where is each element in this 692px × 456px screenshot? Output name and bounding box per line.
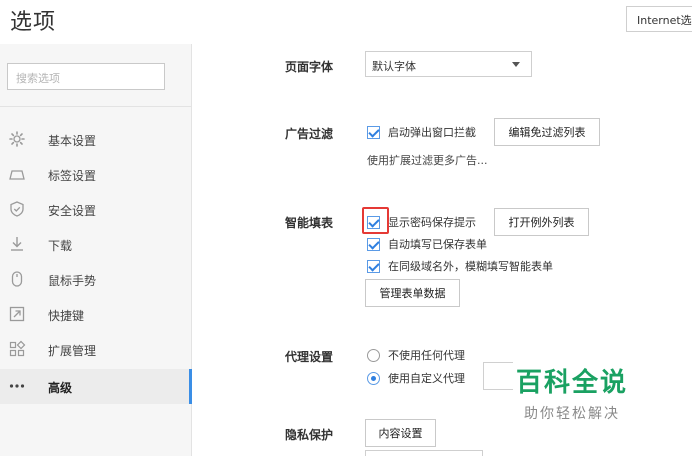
manage-form-data-button[interactable]: 管理表单数据: [365, 279, 460, 307]
sidebar-divider: [0, 106, 191, 107]
sidebar-item-security[interactable]: 安全设置: [0, 192, 191, 227]
sidebar-item-label: 下载: [48, 239, 73, 253]
mouse-icon: [8, 270, 26, 288]
proxy-section-label: 代理设置: [285, 350, 334, 364]
no-proxy-radio-row[interactable]: 不使用任何代理: [367, 347, 465, 363]
font-select[interactable]: 默认字体: [365, 51, 532, 77]
extensions-icon: [8, 340, 26, 358]
sidebar-item-tabs[interactable]: 标签设置: [0, 157, 191, 192]
shield-icon: [8, 200, 26, 218]
fuzzy-fill-checkbox-row[interactable]: 在同级域名外，模糊填写智能表单: [367, 258, 553, 274]
popup-block-checkbox[interactable]: [367, 125, 380, 139]
custom-proxy-radio[interactable]: [367, 371, 380, 385]
highlight-annotation: [362, 207, 389, 234]
sidebar: 搜索选项 基本设置 标签设置 安全设置 下载 鼠标手势 快捷键 扩展管理 高级: [0, 44, 192, 456]
fuzzy-fill-label: 在同级域名外，模糊填写智能表单: [388, 260, 553, 273]
no-proxy-radio[interactable]: [367, 348, 380, 362]
more-dots-icon: [8, 377, 26, 395]
watermark-logo: 百科全说: [516, 368, 629, 398]
custom-proxy-radio-row[interactable]: 使用自定义代理: [367, 370, 465, 386]
autofill-saved-label: 自动填写已保存表单: [388, 238, 487, 251]
edit-whitelist-button[interactable]: 编辑免过滤列表: [494, 118, 600, 146]
no-proxy-label: 不使用任何代理: [388, 349, 465, 362]
custom-proxy-label: 使用自定义代理: [388, 372, 465, 385]
sidebar-item-shortcuts[interactable]: 快捷键: [0, 297, 191, 332]
search-input[interactable]: 搜索选项: [7, 63, 165, 90]
sidebar-item-label: 基本设置: [48, 134, 97, 148]
adblock-extension-link[interactable]: 使用扩展过滤更多广告...: [367, 152, 488, 168]
page-title: 选项: [10, 10, 57, 35]
sidebar-item-download[interactable]: 下载: [0, 227, 191, 262]
privacy-section-label: 隐私保护: [285, 428, 334, 442]
sidebar-item-label: 安全设置: [48, 204, 97, 218]
sidebar-item-label: 标签设置: [48, 169, 97, 183]
autofill-saved-checkbox[interactable]: [367, 237, 380, 251]
sidebar-item-mouse-gestures[interactable]: 鼠标手势: [0, 262, 191, 297]
proxy-address-input[interactable]: [483, 362, 513, 390]
privacy-next-control[interactable]: [365, 450, 483, 456]
gear-icon: [8, 130, 26, 148]
fuzzy-fill-checkbox[interactable]: [367, 259, 380, 273]
header: 选项 Internet选项: [0, 0, 692, 44]
sidebar-item-basic[interactable]: 基本设置: [0, 122, 191, 157]
adblock-section-label: 广告过滤: [285, 127, 334, 141]
shortcut-icon: [8, 305, 26, 323]
open-exceptions-button[interactable]: 打开例外列表: [494, 208, 589, 236]
popup-block-label: 启动弹出窗口拦截: [388, 126, 476, 139]
autofill-section-label: 智能填表: [285, 216, 334, 230]
autofill-saved-checkbox-row[interactable]: 自动填写已保存表单: [367, 236, 487, 252]
sidebar-item-extensions[interactable]: 扩展管理: [0, 332, 191, 367]
internet-options-button[interactable]: Internet选项: [626, 6, 692, 32]
watermark-slogan: 助你轻松解决: [524, 406, 620, 422]
popup-block-checkbox-row[interactable]: 启动弹出窗口拦截: [367, 124, 476, 140]
sidebar-item-advanced[interactable]: 高级: [0, 369, 192, 404]
sidebar-item-label: 鼠标手势: [48, 274, 97, 288]
sidebar-item-label: 快捷键: [48, 309, 85, 323]
font-select-value: 默认字体: [372, 60, 416, 73]
download-icon: [8, 235, 26, 253]
password-prompt-label: 显示密码保存提示: [388, 216, 476, 229]
chevron-down-icon: [512, 62, 520, 67]
content-settings-button[interactable]: 内容设置: [365, 419, 436, 447]
sidebar-item-label: 高级: [48, 381, 73, 395]
font-section-label: 页面字体: [285, 60, 334, 74]
sidebar-item-label: 扩展管理: [48, 344, 97, 358]
tab-icon: [8, 165, 26, 183]
